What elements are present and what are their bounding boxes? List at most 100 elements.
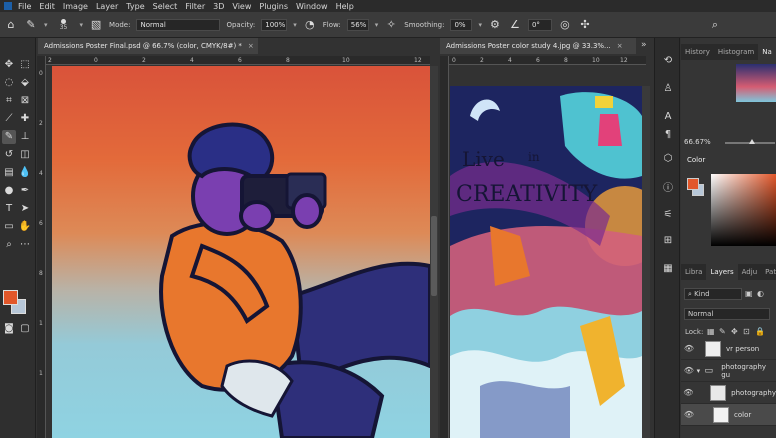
eraser-tool-icon[interactable]: ◫ [18,148,32,162]
zoom-tool-icon[interactable]: ⌕ [2,238,16,252]
layer-filter-kind-select[interactable]: ⌕ Kind [684,288,742,300]
visibility-eye-icon[interactable]: 👁 [681,388,696,397]
lock-image-icon[interactable]: ✎ [719,327,726,336]
mode-select[interactable]: Normal [136,18,221,31]
close-tab-icon[interactable]: × [248,42,254,50]
quick-mask-icon[interactable]: ◙ [2,322,16,336]
group-expand-chevron-icon[interactable]: ▾ [697,367,705,375]
gradient-tool-icon[interactable]: ▤ [2,166,16,180]
pressure-opacity-icon[interactable]: ◔ [303,18,317,32]
pen-tool-icon[interactable]: ✒ [18,184,32,198]
smoothing-input[interactable]: 0% [450,18,473,31]
layer-row-selected[interactable]: 👁 color [681,404,776,426]
brush-tool-icon[interactable]: ✎ [24,18,38,32]
dodge-tool-icon[interactable]: ● [2,184,16,198]
smoothing-settings-gear-icon[interactable]: ⚙ [488,18,502,32]
blur-tool-icon[interactable]: 💧 [18,166,32,180]
properties-panel-icon[interactable]: ♙ [661,82,675,96]
healing-brush-tool-icon[interactable]: ✚ [18,112,32,126]
swatches-panel-icon[interactable]: ⊞ [661,234,675,248]
navigator-zoom-slider[interactable] [725,139,775,144]
navigator-thumbnail[interactable] [736,64,776,102]
home-icon[interactable]: ⌂ [4,18,18,32]
zoom-slider-handle[interactable] [749,139,755,144]
document-tab-color-study[interactable]: Admissions Poster color study 4.jpg @ 33… [440,38,636,54]
3d-panel-icon[interactable]: ⬡ [661,152,675,166]
layer-name[interactable]: photography [731,389,776,397]
history-panel-icon[interactable]: ⟲ [661,54,675,68]
layer-name[interactable]: photography gu [721,363,776,379]
layer-name[interactable]: vr person [726,345,759,353]
lock-transparent-icon[interactable]: ▦ [707,327,715,336]
navigator-zoom-value[interactable]: 66.67% [684,138,711,146]
character-panel-icon[interactable]: A [661,110,675,124]
tab-color[interactable]: Color [687,156,705,164]
layer-name[interactable]: color [734,411,751,419]
crop-tool-icon[interactable]: ⌗ [2,94,16,108]
menu-select[interactable]: Select [153,2,178,11]
filter-pixel-icon[interactable]: ▣ [745,289,753,298]
vertical-scrollbar[interactable] [430,66,438,438]
tab-history[interactable]: History [681,44,714,60]
layer-row[interactable]: 👁 photography [681,382,776,404]
rectangle-tool-icon[interactable]: ▭ [2,220,16,234]
tab-layers[interactable]: Layers [706,264,738,280]
tab-navigator[interactable]: Na [758,44,776,60]
visibility-eye-icon[interactable]: 👁 [681,366,697,375]
menu-image[interactable]: Image [63,2,88,11]
document-canvas-color-study[interactable]: Live in CREATIVITY [450,86,642,438]
pressure-size-icon[interactable]: ◎ [558,18,572,32]
vertical-scrollbar-secondary[interactable] [642,86,650,438]
screen-mode-icon[interactable]: ▢ [18,322,32,336]
tab-paths[interactable]: Path [761,264,776,280]
type-tool-icon[interactable]: T [2,202,16,216]
tab-adjustments[interactable]: Adju [738,264,762,280]
lasso-tool-icon[interactable]: ◌ [2,76,16,90]
history-brush-tool-icon[interactable]: ↺ [2,148,16,162]
brush-preset-picker[interactable]: 35 [54,13,74,37]
tab-histogram[interactable]: Histogram [714,44,758,60]
path-selection-tool-icon[interactable]: ➤ [18,202,32,216]
menu-3d[interactable]: 3D [213,2,224,11]
move-tool-icon[interactable]: ✥ [2,58,16,72]
tool-preset-chevron-icon[interactable]: ▾ [44,21,48,29]
photoshop-logo-icon[interactable] [4,2,12,10]
filter-adjustment-icon[interactable]: ◐ [757,289,764,298]
menu-plugins[interactable]: Plugins [259,2,288,11]
layer-group-row[interactable]: 👁 ▾ ▭ photography gu [681,360,776,382]
document-tab-final[interactable]: Admissions Poster Final.psd @ 66.7% (col… [38,38,258,54]
airbrush-icon[interactable]: ✧ [384,18,398,32]
color-picker-field[interactable] [711,174,776,246]
menu-layer[interactable]: Layer [96,2,118,11]
lock-artboard-icon[interactable]: ⊡ [743,327,750,336]
menu-edit[interactable]: Edit [39,2,55,11]
menu-filter[interactable]: Filter [185,2,205,11]
close-tab-icon[interactable]: × [617,42,623,50]
flow-input[interactable]: 56% [346,18,369,31]
info-panel-icon[interactable]: ⓘ [661,182,675,196]
document-canvas-final[interactable] [52,66,430,438]
foreground-color-swatch[interactable] [3,290,18,305]
color-panel-foreground-swatch[interactable] [687,178,699,190]
menu-window[interactable]: Window [296,2,328,11]
brush-preset-chevron-icon[interactable]: ▾ [80,21,84,29]
tab-libraries[interactable]: Libra [681,264,706,280]
menu-file[interactable]: File [18,2,31,11]
collapse-panels-chevron-icon[interactable]: » [641,40,647,50]
lock-position-icon[interactable]: ✥ [731,327,738,336]
angle-input[interactable]: 0° [527,18,552,31]
opacity-input[interactable]: 100% [261,18,288,31]
lock-all-icon[interactable]: 🔒 [755,327,765,336]
visibility-eye-icon[interactable]: 👁 [681,344,697,353]
brush-tool-icon[interactable]: ✎ [2,130,16,144]
layer-row[interactable]: 👁 vr person [681,338,776,360]
eyedropper-tool-icon[interactable]: ⟋ [2,112,16,126]
patterns-panel-icon[interactable]: ▦ [661,262,675,276]
menu-type[interactable]: Type [126,2,144,11]
marquee-tool-icon[interactable]: ⬚ [18,58,32,72]
paragraph-panel-icon[interactable]: ¶ [661,128,675,142]
more-tools-icon[interactable]: ⋯ [18,238,32,252]
scrollbar-thumb[interactable] [431,216,437,296]
frame-tool-icon[interactable]: ⊠ [18,94,32,108]
search-icon[interactable]: ⌕ [708,18,722,32]
